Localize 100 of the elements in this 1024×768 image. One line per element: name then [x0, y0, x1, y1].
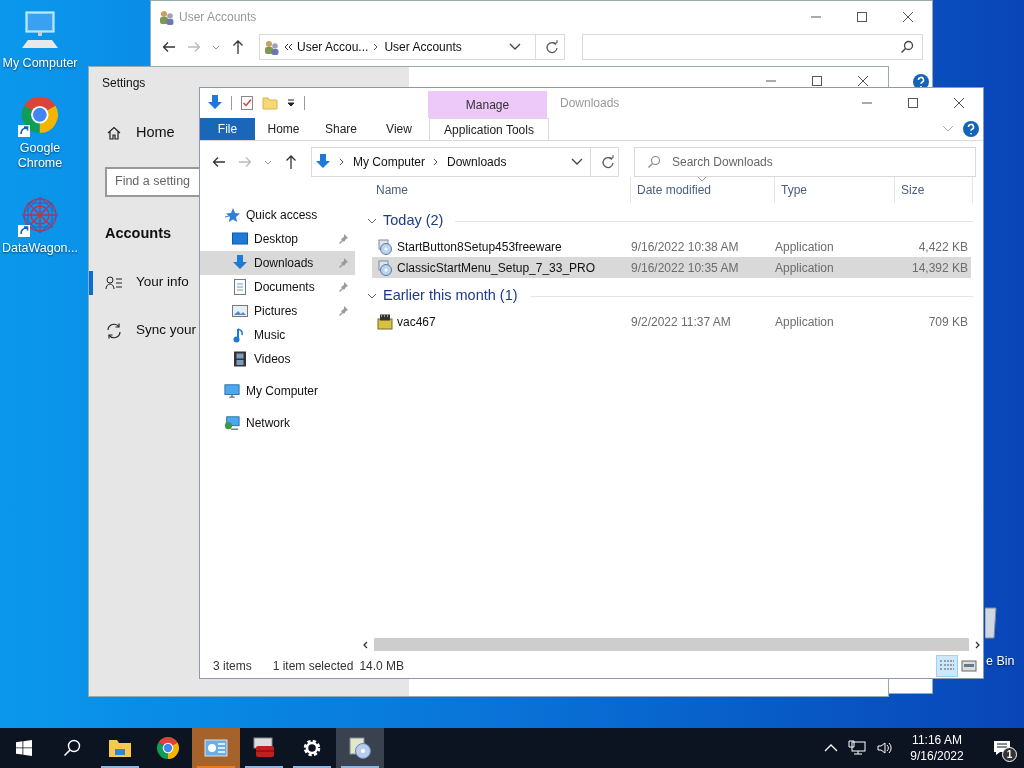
table-cell-text: 9/16/2022 10:38 AM — [631, 238, 740, 256]
ribbon-tab[interactable]: Application Tools — [429, 118, 549, 140]
pin-icon[interactable] — [337, 233, 349, 245]
settings-nav-item[interactable]: Your info — [89, 270, 189, 295]
search-field[interactable]: Find a setting — [105, 166, 199, 197]
desktop-icon-label[interactable]: e Bin — [986, 652, 1015, 671]
chevron-down-icon[interactable] — [367, 291, 377, 301]
maximize-icon[interactable] — [811, 75, 823, 87]
clock-time[interactable]: 11:16 AM — [912, 732, 962, 748]
table-cell-text: Application — [775, 259, 835, 277]
chevron-down-icon[interactable] — [367, 216, 377, 226]
search-icon[interactable] — [900, 40, 914, 54]
group-header[interactable]: Earlier this month (1) — [360, 285, 983, 307]
computer-icon — [224, 383, 240, 399]
search-icon[interactable] — [63, 739, 81, 757]
table-cell-text: Application — [775, 238, 835, 256]
file-row[interactable]: vac467 9/2/2022 11:37 AM Application 709 KB — [372, 311, 971, 332]
overflow-chevron-icon[interactable] — [283, 41, 293, 53]
refresh-icon[interactable] — [545, 40, 559, 54]
folder-icon[interactable] — [108, 738, 132, 758]
close-icon[interactable] — [902, 11, 914, 23]
close-icon[interactable] — [953, 97, 965, 109]
settings-nav-item[interactable]: Sync your — [89, 318, 197, 343]
file-name[interactable]: vac467 — [397, 312, 436, 331]
ribbon-tab[interactable]: Home — [255, 118, 312, 140]
back-icon[interactable] — [211, 154, 227, 170]
sync-icon — [105, 321, 123, 340]
file-name[interactable]: ClassicStartMenu_Setup_7_33_PRO — [397, 258, 596, 277]
breadcrumb-item[interactable]: User Accou... — [297, 38, 369, 56]
table-cell-text: 709 KB — [927, 313, 968, 331]
download-icon — [232, 254, 248, 272]
person-list-icon — [105, 274, 123, 291]
chrome-icon[interactable] — [156, 736, 180, 760]
taskbar-button[interactable] — [336, 728, 384, 768]
window-title: Settings — [101, 74, 147, 92]
maximize-icon[interactable] — [907, 97, 919, 109]
refresh-icon[interactable] — [601, 155, 615, 169]
column-header[interactable]: Type — [775, 177, 895, 203]
customize-toolbar-icon[interactable] — [286, 97, 296, 109]
chevron-right-icon — [338, 157, 346, 167]
table-cell-text: 9/16/2022 10:35 AM — [631, 259, 740, 277]
column-header[interactable]: Date modified — [631, 177, 775, 203]
address-bar[interactable]: User Accou... User Accounts — [259, 34, 565, 60]
chevron-down-icon[interactable] — [571, 157, 583, 167]
table-cell-text: Application — [775, 313, 835, 331]
nav-pane-item[interactable]: My Computer — [200, 379, 355, 403]
item-count: 3 items — [213, 658, 252, 675]
file-row[interactable]: StartButton8Setup453freeware 9/16/2022 10:38 AM Application 4,422 KB — [372, 236, 971, 257]
breadcrumb-item[interactable]: User Accounts — [384, 38, 462, 56]
back-icon[interactable] — [161, 39, 177, 55]
home-icon — [106, 124, 122, 141]
notification-count-badge: 1 — [1002, 747, 1017, 762]
breadcrumb-item[interactable]: My Computer — [353, 153, 426, 171]
ribbon-tab[interactable]: Share — [312, 118, 370, 140]
chevron-down-icon[interactable] — [509, 42, 521, 52]
chevron-up-icon[interactable] — [824, 743, 838, 753]
toolbox-icon[interactable] — [252, 737, 276, 759]
windows-logo-icon[interactable] — [16, 740, 32, 756]
properties-icon[interactable] — [240, 95, 254, 111]
window-title: Downloads — [560, 95, 620, 112]
volume-icon[interactable] — [876, 740, 892, 756]
close-icon[interactable] — [857, 75, 869, 87]
nav-pane-item[interactable]: Desktop — [200, 227, 355, 251]
nav-pane-item[interactable]: Network — [200, 411, 355, 435]
selection-info: 1 item selected — [272, 658, 354, 675]
notification-button[interactable]: 1 — [980, 728, 1024, 768]
nav-pane-item[interactable]: Videos — [200, 347, 355, 371]
ribbon-tab[interactable]: File — [200, 118, 255, 140]
breadcrumb-item[interactable]: Downloads — [447, 153, 507, 171]
column-header[interactable]: Name — [360, 177, 631, 203]
network-icon[interactable] — [848, 740, 866, 756]
pin-icon[interactable] — [337, 281, 349, 293]
nav-pane-item[interactable]: Documents — [200, 275, 355, 299]
search-field[interactable] — [582, 34, 923, 60]
download-icon[interactable] — [207, 94, 223, 112]
pin-icon[interactable] — [337, 305, 349, 317]
clock-date[interactable]: 9/16/2022 — [910, 748, 964, 764]
settings-icon[interactable] — [302, 738, 322, 758]
nav-pane-item[interactable]: Downloads — [200, 251, 355, 275]
control-panel-icon[interactable] — [204, 738, 228, 758]
selection-size: 14.0 MB — [359, 658, 405, 675]
download-icon — [315, 153, 331, 171]
nav-pane-item[interactable]: Music — [200, 323, 355, 347]
ribbon-tab[interactable]: View — [370, 118, 428, 140]
desktop-icon — [232, 232, 248, 246]
home-link[interactable]: Home — [89, 122, 175, 144]
address-bar[interactable]: My Computer Downloads — [311, 147, 619, 177]
users-icon — [158, 9, 174, 25]
file-name[interactable]: StartButton8Setup453freeware — [397, 237, 562, 256]
group-header[interactable]: Today (2) — [360, 210, 983, 232]
installer-disc-icon — [377, 259, 393, 276]
help-icon[interactable] — [962, 120, 980, 138]
installer-icon[interactable] — [348, 736, 372, 760]
view-toggle-button[interactable] — [936, 655, 958, 677]
search-field[interactable]: Search Downloads — [634, 147, 976, 177]
column-header[interactable]: Size — [895, 177, 973, 203]
maximize-icon[interactable] — [856, 11, 868, 23]
file-row[interactable]: ClassicStartMenu_Setup_7_33_PRO 9/16/2022 10:35 AM Application 14,392 KB — [372, 257, 971, 278]
nav-pane-item[interactable]: Quick access — [200, 203, 355, 227]
nav-pane-item[interactable]: Pictures — [200, 299, 355, 323]
